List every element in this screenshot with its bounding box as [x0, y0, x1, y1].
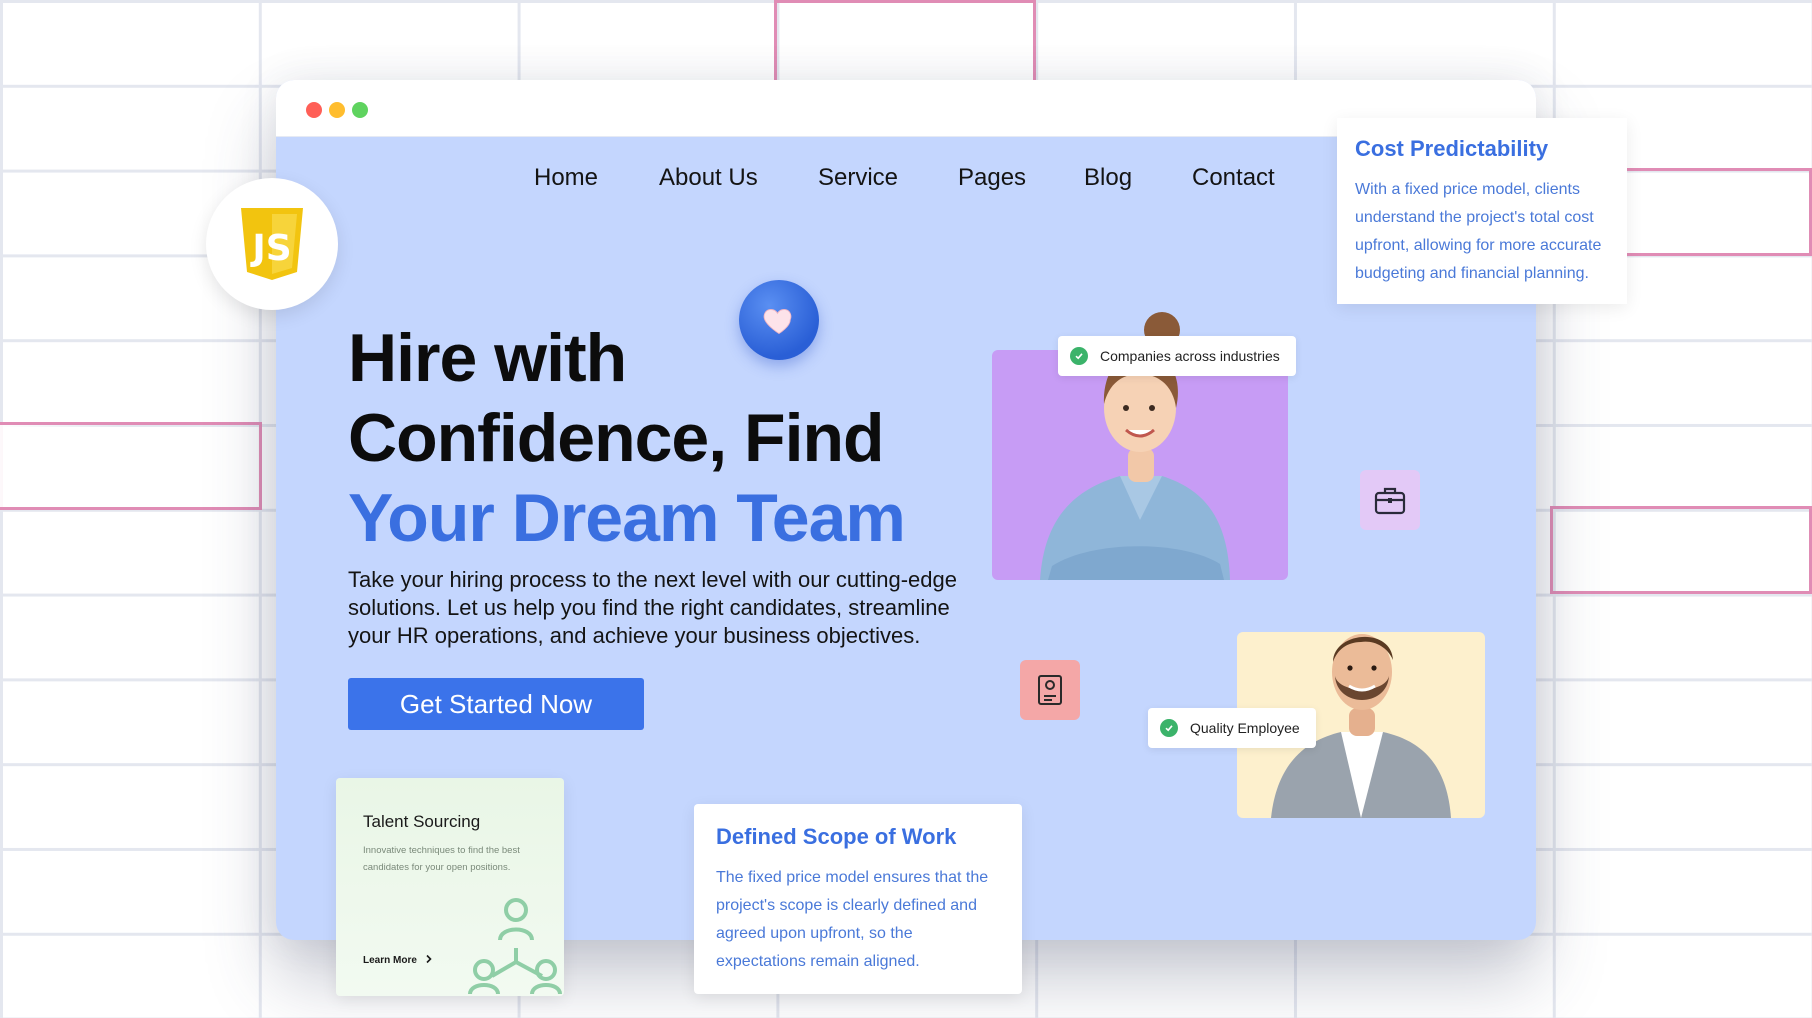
document-tile [1020, 660, 1080, 720]
talent-card-title: Talent Sourcing [363, 812, 481, 831]
hero-title-line1: Hire with [348, 320, 627, 396]
document-icon [1038, 675, 1062, 705]
hero-title: Hire with Confidence, Find Your Dream Te… [348, 318, 906, 558]
hero-title-line2: Confidence, Find [348, 400, 885, 476]
decor-rect-right-mid [1550, 506, 1812, 594]
scope-card-body: The fixed price model ensures that the p… [716, 869, 989, 970]
svg-text:JS: JS [249, 228, 291, 269]
cost-card-body: With a fixed price model, clients unders… [1355, 181, 1602, 282]
cost-predictability-card: Cost Predictability With a fixed price m… [1337, 118, 1627, 304]
nav-home[interactable]: Home [534, 164, 598, 192]
briefcase-icon [1374, 487, 1406, 515]
nav-service[interactable]: Service [818, 164, 898, 192]
check-icon [1160, 719, 1178, 737]
check-icon [1070, 347, 1088, 365]
get-started-button[interactable]: Get Started Now [348, 678, 644, 730]
briefcase-tile [1360, 470, 1420, 530]
talent-card-body: Innovative techniques to find the best c… [363, 845, 520, 873]
nav-blog[interactable]: Blog [1084, 164, 1132, 192]
minimize-window-button[interactable] [329, 102, 345, 118]
defined-scope-card: Defined Scope of Work The fixed price mo… [694, 804, 1022, 994]
nav-about-us[interactable]: About Us [659, 164, 758, 192]
hero-title-accent: Your Dream Team [348, 480, 906, 556]
decor-fade-left [0, 425, 120, 507]
quality-badge: Quality Employee [1148, 708, 1316, 748]
talent-sourcing-card: Talent Sourcing Innovative techniques to… [336, 778, 564, 996]
learn-more-link[interactable]: Learn More [363, 954, 434, 966]
maximize-window-button[interactable] [352, 102, 368, 118]
learn-more-label: Learn More [363, 955, 417, 966]
companies-badge: Companies across industries [1058, 336, 1296, 376]
companies-badge-label: Companies across industries [1100, 348, 1280, 364]
decor-rect-top [774, 0, 1036, 86]
nav-contact[interactable]: Contact [1192, 164, 1275, 192]
woman-portrait [1040, 312, 1230, 580]
cost-card-title: Cost Predictability [1355, 136, 1549, 161]
team-network-icon [468, 898, 562, 994]
scope-card-title: Defined Scope of Work [716, 824, 957, 849]
hero-description: Take your hiring process to the next lev… [348, 567, 957, 648]
js-logo-icon: JS [241, 208, 303, 280]
nav-pages[interactable]: Pages [958, 164, 1026, 192]
js-logo-badge: JS [206, 178, 338, 310]
close-window-button[interactable] [306, 102, 322, 118]
chevron-right-icon [426, 954, 432, 964]
woman-photo [992, 312, 1288, 580]
quality-badge-label: Quality Employee [1190, 720, 1300, 736]
